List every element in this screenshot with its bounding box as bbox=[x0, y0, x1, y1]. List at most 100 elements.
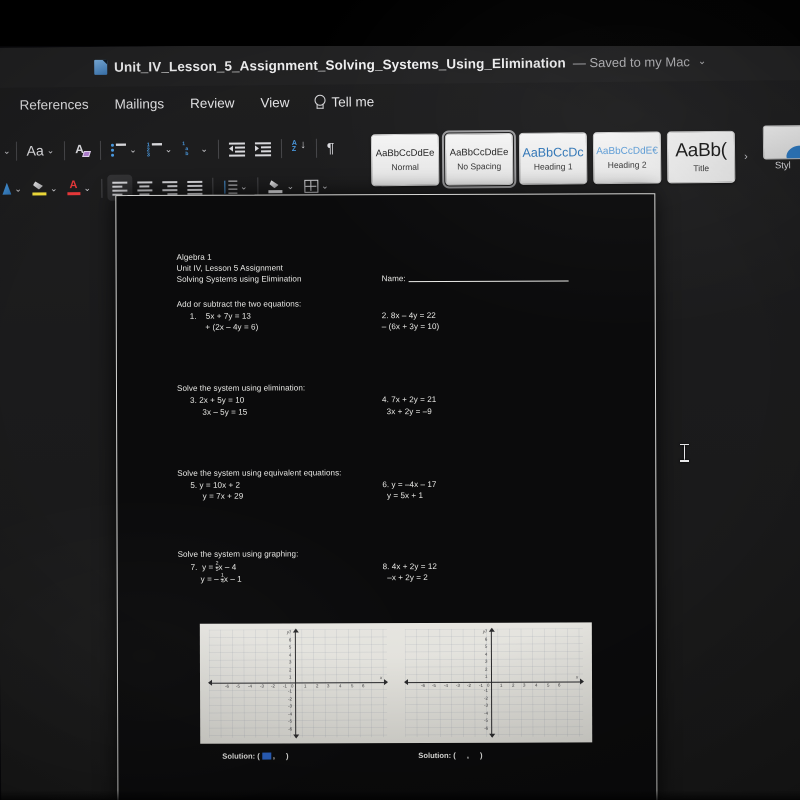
gallery-more-chevron-icon[interactable]: › bbox=[741, 151, 751, 163]
x-tick: 5 bbox=[547, 682, 550, 688]
text-selection-highlight[interactable] bbox=[261, 752, 271, 760]
style-no-spacing[interactable]: AaBbCcDdEe No Spacing bbox=[441, 129, 517, 189]
chevron-down-icon[interactable]: ⌄ bbox=[50, 183, 58, 193]
tab-references[interactable]: References bbox=[6, 92, 101, 116]
photo-top-black-band bbox=[0, 0, 800, 46]
y-tick: 2 bbox=[288, 667, 292, 673]
style-name: Heading 2 bbox=[607, 159, 647, 170]
question-7: 7. y = 25x – 4 y = – 14x – 1 bbox=[178, 561, 383, 586]
question-row: 1. 5x + 7y = 13 + (2x – 4y = 6) 2. 8x – … bbox=[177, 309, 621, 333]
x-tick: -2 bbox=[271, 683, 275, 689]
font-color-button[interactable]: A ⌄ bbox=[62, 175, 96, 201]
worksheet-header: Algebra 1 Unit IV, Lesson 5 Assignment S… bbox=[177, 250, 621, 285]
chevron-down-icon[interactable]: ⌄ bbox=[321, 180, 329, 190]
section-prompt: Solve the system using elimination: bbox=[176, 383, 306, 394]
section-graphing: Solve the system using graphing: 7. y = … bbox=[178, 548, 622, 586]
tell-me-button[interactable]: Tell me bbox=[302, 90, 387, 114]
line-spacing-icon bbox=[223, 180, 238, 194]
question-3: 3. 2x + 5y = 10 3x – 5y = 15 bbox=[177, 395, 382, 418]
tab-view[interactable]: View bbox=[247, 90, 302, 114]
solution-problem-8[interactable]: Solution: ( , ) bbox=[396, 750, 592, 760]
graph-problem-7[interactable]: x y -6 -5 -4 -3 -2 -1 0 1 2 3 4 5 6 7 6 … bbox=[200, 623, 396, 744]
style-heading-2[interactable]: AaBbCcDdE€ Heading 2 bbox=[592, 131, 662, 185]
y-tick: 6 bbox=[484, 636, 488, 642]
q3-line1: 3. 2x + 5y = 10 bbox=[190, 396, 245, 406]
q8-line1: 8. 4x + 2y = 12 bbox=[382, 561, 437, 571]
decrease-indent-button[interactable] bbox=[224, 135, 250, 161]
bullet-list-icon bbox=[111, 143, 127, 157]
numbered-list-button[interactable]: 123 ⌄ bbox=[142, 136, 178, 162]
x-tick: -6 bbox=[225, 683, 229, 689]
x-tick: 4 bbox=[339, 683, 342, 689]
text-effects-button[interactable]: ⌄ bbox=[0, 176, 27, 202]
name-label: Name: bbox=[381, 274, 406, 284]
x-tick: 6 bbox=[362, 683, 365, 689]
y-tick: 6 bbox=[288, 637, 292, 643]
section-prompt: Solve the system using equivalent equati… bbox=[177, 468, 342, 478]
photographed-screen: Unit_IV_Lesson_5_Assignment_Solving_Syst… bbox=[0, 0, 800, 800]
chevron-down-icon[interactable]: ⌄ bbox=[200, 143, 208, 153]
styles-gallery: AaBbCcDdEe Normal AaBbCcDdEe No Spacing … bbox=[370, 125, 800, 191]
tab-mailings[interactable]: Mailings bbox=[101, 92, 177, 116]
title-chevron-down-icon[interactable]: ⌄ bbox=[698, 56, 706, 67]
align-left-icon bbox=[111, 181, 128, 196]
divider bbox=[211, 177, 214, 197]
x-tick: -3 bbox=[456, 682, 460, 688]
chevron-down-icon[interactable]: ⌄ bbox=[240, 181, 248, 191]
style-sample: AaBb( bbox=[675, 140, 727, 162]
y-tick: 1 bbox=[288, 674, 292, 680]
x-tick: 3 bbox=[523, 682, 526, 688]
style-heading-1[interactable]: AaBbCcDc Heading 1 bbox=[518, 132, 588, 185]
y-tick: -1 bbox=[484, 687, 488, 693]
chevron-down-icon[interactable]: ⌄ bbox=[286, 181, 294, 191]
x-tick: -4 bbox=[444, 682, 448, 688]
style-normal[interactable]: AaBbCcDdEe Normal bbox=[370, 133, 440, 187]
styles-pane-button[interactable]: Styl bbox=[756, 125, 800, 187]
sort-icon: A Z ↓ bbox=[291, 138, 306, 154]
x-tick: -1 bbox=[479, 682, 483, 688]
x-tick: 1 bbox=[304, 683, 307, 689]
save-state-label: — Saved to my Mac bbox=[572, 53, 690, 70]
sort-button[interactable]: A Z ↓ bbox=[287, 135, 311, 161]
section-equivalent-equations: Solve the system using equivalent equati… bbox=[177, 466, 621, 502]
align-right-icon bbox=[161, 181, 178, 196]
q7-line2: y = – 14x – 1 bbox=[200, 572, 242, 586]
font-size-label: Aa bbox=[26, 142, 44, 159]
chevron-down-icon[interactable]: ⌄ bbox=[165, 144, 173, 154]
q2-line2: – (6x + 3y = 10) bbox=[381, 321, 440, 332]
font-size-button[interactable]: Aa ⌄ bbox=[21, 137, 59, 163]
document-page[interactable]: Algebra 1 Unit IV, Lesson 5 Assignment S… bbox=[115, 193, 658, 800]
tab-review[interactable]: Review bbox=[177, 91, 247, 115]
bullet-list-button[interactable]: ⌄ bbox=[106, 136, 142, 162]
clear-formatting-button[interactable]: A bbox=[70, 137, 95, 163]
style-sample: AaBbCcDdEe bbox=[375, 147, 435, 160]
coordinate-graphs: x y -6 -5 -4 -3 -2 -1 0 1 2 3 4 5 6 7 6 … bbox=[199, 622, 593, 744]
chevron-down-icon[interactable]: ⌄ bbox=[14, 183, 22, 193]
photo-bottom-shadow bbox=[0, 790, 800, 800]
solution-label: Solution: ( bbox=[418, 750, 456, 761]
multilevel-list-button[interactable]: 1ab ⌄ bbox=[177, 136, 213, 162]
q5-line1: 5. y = 10x + 2 bbox=[190, 480, 241, 490]
style-title[interactable]: AaBb( Title bbox=[666, 130, 736, 184]
graph-problem-8[interactable]: x y -6 -5 -4 -3 -2 -1 0 1 2 3 4 5 6 7 6 … bbox=[396, 622, 592, 743]
q4-line1: 4. 7x + 2y = 21 bbox=[382, 395, 437, 405]
x-tick: -5 bbox=[236, 683, 240, 689]
x-tick: -1 bbox=[283, 683, 287, 689]
x-tick: 5 bbox=[351, 683, 354, 689]
font-group-chevron-left[interactable]: ⌄ bbox=[3, 145, 11, 155]
chevron-down-icon[interactable]: ⌄ bbox=[47, 145, 55, 155]
y-tick: -6 bbox=[484, 725, 489, 731]
chevron-down-icon[interactable]: ⌄ bbox=[129, 144, 137, 154]
show-formatting-marks-button[interactable]: ¶ bbox=[322, 135, 340, 161]
x-tick: -6 bbox=[421, 683, 425, 689]
chevron-down-icon[interactable]: ⌄ bbox=[83, 182, 91, 192]
document-title: Unit_IV_Lesson_5_Assignment_Solving_Syst… bbox=[114, 54, 566, 75]
solution-problem-7[interactable]: Solution: ( , ) bbox=[200, 751, 396, 761]
graph-area: x y -6 -5 -4 -3 -2 -1 0 1 2 3 4 5 6 7 6 … bbox=[208, 628, 389, 739]
style-name: Title bbox=[693, 163, 710, 174]
increase-indent-button[interactable] bbox=[250, 135, 276, 161]
highlight-color-button[interactable]: ⌄ bbox=[27, 175, 63, 201]
word-document-icon bbox=[94, 59, 108, 75]
y-tick: -3 bbox=[288, 703, 293, 709]
y-tick: -4 bbox=[484, 710, 489, 716]
